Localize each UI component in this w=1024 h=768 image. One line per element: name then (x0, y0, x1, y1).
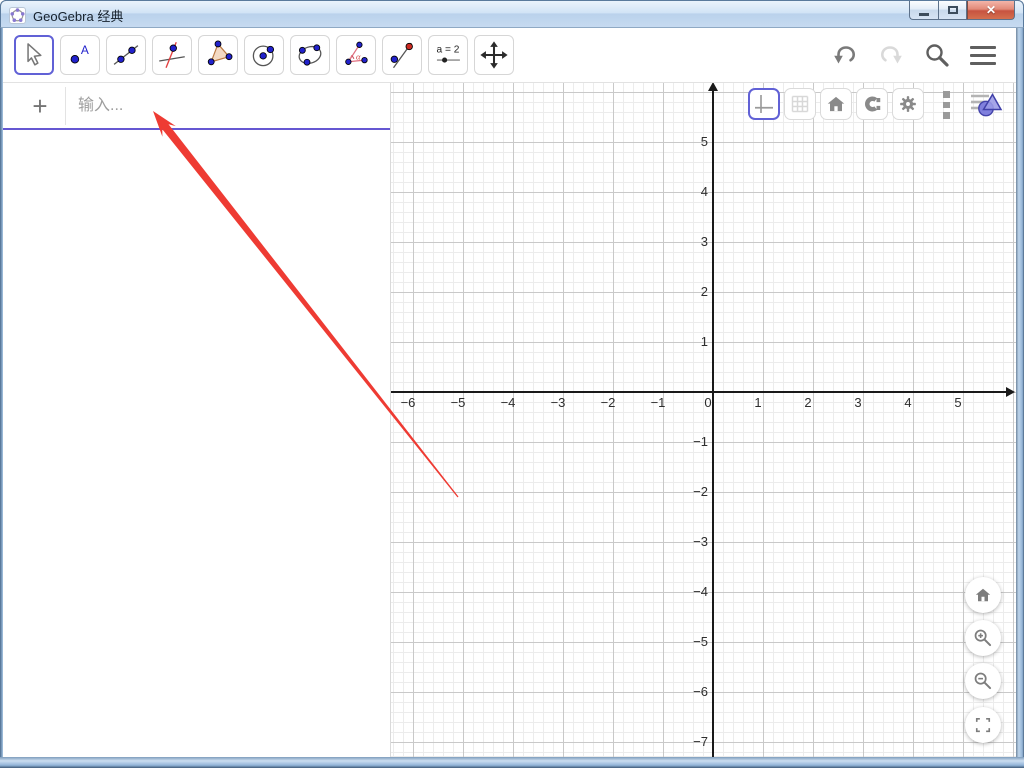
redo-icon (877, 41, 905, 69)
angle-tool-button[interactable]: α (336, 35, 376, 75)
app-content: A (3, 28, 1016, 757)
circle-center-point-tool-button[interactable] (244, 35, 284, 75)
fullscreen-button[interactable] (965, 707, 1001, 743)
y-axis-arrow (708, 83, 718, 91)
minimize-button[interactable] (909, 1, 938, 20)
line-tool-button[interactable] (106, 35, 146, 75)
window-border-bottom (0, 757, 1024, 768)
title-bar[interactable]: GeoGebra 经典 ✕ (0, 0, 1024, 28)
y-axis-tick-label: −4 (668, 584, 708, 599)
algebra-view-panel: + (3, 83, 391, 757)
window-border-right (1016, 28, 1024, 768)
axes-icon (752, 92, 776, 116)
hamburger-menu-icon (970, 46, 996, 65)
svg-text:α: α (356, 51, 361, 61)
y-axis-tick-label: 5 (668, 134, 708, 149)
cursor-icon (17, 38, 51, 72)
point-tool-button[interactable]: A (60, 35, 100, 75)
ellipse-tool-button[interactable] (290, 35, 330, 75)
reflect-icon (385, 38, 419, 72)
x-axis-tick-label: 5 (923, 395, 993, 410)
perpendicular-line-icon (155, 38, 189, 72)
stylebar-objects-icon (969, 89, 1003, 119)
home-icon (973, 585, 993, 605)
y-axis-tick-label: −7 (668, 734, 708, 749)
add-input-button[interactable]: + (23, 89, 57, 123)
x-axis (391, 391, 1009, 393)
zoom-out-icon (972, 670, 994, 692)
geogebra-logo-icon (9, 7, 26, 24)
x-axis-arrow (1006, 387, 1015, 397)
circle-center-point-icon (247, 38, 281, 72)
pan-icon (477, 38, 511, 72)
tool-buttons: A (14, 35, 514, 75)
grid-icon (788, 92, 812, 116)
close-icon: ✕ (986, 3, 996, 17)
slider-tool-button[interactable]: a = 2 (428, 35, 468, 75)
magnet-icon (860, 92, 884, 116)
polygon-tool-button[interactable] (198, 35, 238, 75)
graphics-view[interactable]: −6−5−4−3−2−1012345 54321−1−2−3−4−5−6−7 (391, 83, 1016, 757)
y-axis-tick-label: 1 (668, 334, 708, 349)
y-axis-tick-label: 4 (668, 184, 708, 199)
zoom-in-button[interactable] (965, 620, 1001, 656)
perpendicular-line-tool-button[interactable] (152, 35, 192, 75)
svg-text:A: A (81, 43, 89, 57)
undo-button[interactable] (830, 40, 860, 70)
undo-icon (831, 41, 859, 69)
y-axis-tick-label: −5 (668, 634, 708, 649)
toggle-axes-button[interactable] (748, 88, 780, 120)
snap-to-grid-button[interactable] (856, 88, 888, 120)
algebra-input[interactable] (78, 89, 378, 123)
search-icon (922, 40, 952, 70)
zoom-out-button[interactable] (965, 663, 1001, 699)
minimize-icon (919, 13, 929, 16)
y-axis-tick-label: −3 (668, 534, 708, 549)
algebra-input-row: + (3, 83, 390, 130)
redo-button[interactable] (876, 40, 906, 70)
settings-button[interactable] (892, 88, 924, 120)
y-axis-tick-label: −6 (668, 684, 708, 699)
move-tool-button[interactable] (14, 35, 54, 75)
search-button[interactable] (922, 40, 952, 70)
standard-view-button[interactable] (820, 88, 852, 120)
home-icon (824, 92, 848, 116)
graphics-stylebar (748, 88, 924, 120)
more-options-button[interactable] (940, 91, 952, 119)
stylebar-toggle-button[interactable] (969, 89, 1003, 119)
move-graphics-view-tool-button[interactable] (474, 35, 514, 75)
line-icon (109, 38, 143, 72)
slider-icon: a = 2 (431, 38, 465, 72)
geogebra-window: GeoGebra 经典 ✕ A (0, 0, 1024, 768)
y-axis-tick-label: 2 (668, 284, 708, 299)
maximize-button[interactable] (938, 1, 967, 20)
svg-text:a = 2: a = 2 (437, 44, 460, 55)
toolbar: A (3, 28, 1016, 83)
close-button[interactable]: ✕ (967, 1, 1015, 20)
window-title: GeoGebra 经典 (33, 6, 123, 25)
polygon-icon (201, 38, 235, 72)
home-view-button[interactable] (965, 577, 1001, 613)
fullscreen-icon (973, 715, 993, 735)
toggle-grid-button[interactable] (784, 88, 816, 120)
input-divider (65, 87, 66, 125)
gear-icon (896, 92, 920, 116)
point-icon: A (63, 38, 97, 72)
kebab-icon (943, 91, 950, 98)
zoom-in-icon (972, 627, 994, 649)
y-axis-tick-label: −1 (668, 434, 708, 449)
ellipse-icon (293, 38, 327, 72)
y-axis-tick-label: 3 (668, 234, 708, 249)
angle-icon: α (339, 38, 373, 72)
maximize-icon (948, 6, 958, 14)
main-menu-button[interactable] (968, 40, 998, 70)
y-axis (712, 89, 714, 757)
reflect-about-line-tool-button[interactable] (382, 35, 422, 75)
y-axis-tick-label: −2 (668, 484, 708, 499)
